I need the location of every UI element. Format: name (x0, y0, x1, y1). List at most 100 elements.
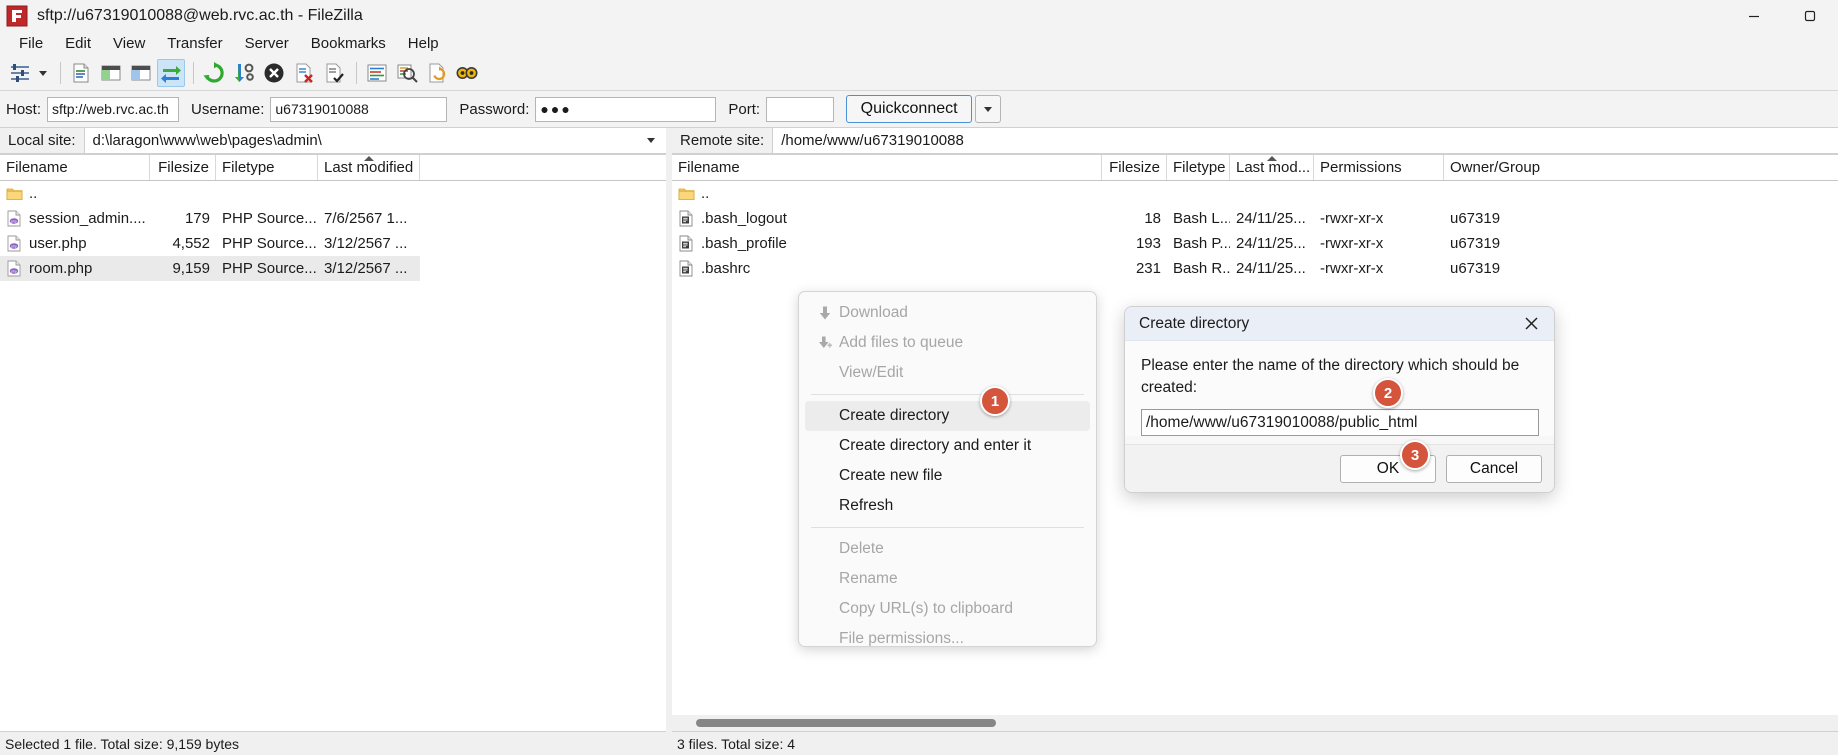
menu-bookmarks[interactable]: Bookmarks (300, 33, 397, 54)
refresh-icon[interactable] (200, 59, 228, 87)
php-file-icon: php (6, 235, 23, 252)
cancel-button[interactable]: Cancel (1446, 454, 1542, 483)
table-row[interactable]: .. (0, 181, 666, 206)
host-label: Host: (6, 100, 42, 118)
table-row[interactable]: .bashrc 231 Bash R... 24/11/25... -rwxr-… (672, 256, 1838, 281)
context-menu-item-download[interactable]: Download (799, 298, 1096, 328)
username-input[interactable] (270, 96, 448, 122)
remote-col-filesize[interactable]: Filesize (1102, 155, 1167, 180)
context-menu-item-rename[interactable]: Rename (799, 564, 1096, 594)
toggle-remote-tree-icon[interactable] (127, 59, 155, 87)
toggle-message-log-icon[interactable] (67, 59, 95, 87)
remote-site-path[interactable]: /home/www/u67319010088 (773, 128, 1838, 154)
file-type: Bash R... (1173, 260, 1230, 277)
reconnect-icon[interactable] (320, 59, 348, 87)
context-menu-item-copy-urls[interactable]: Copy URL(s) to clipboard (799, 594, 1096, 624)
port-label: Port: (728, 100, 761, 118)
file-size: 179 (184, 210, 210, 227)
file-size: 18 (1144, 210, 1161, 227)
table-row[interactable]: .. (672, 181, 1838, 206)
file-permissions-icon (811, 628, 839, 646)
local-col-last-modified[interactable]: Last modified (318, 155, 420, 180)
directory-name-input[interactable] (1141, 409, 1539, 436)
remote-col-filetype[interactable]: Filetype (1167, 155, 1230, 180)
context-menu-separator (811, 394, 1084, 395)
remote-col-filename[interactable]: Filename (672, 155, 1102, 180)
remote-col-permissions[interactable]: Permissions (1314, 155, 1444, 180)
site-manager-dropdown-icon[interactable] (36, 59, 50, 87)
local-col-filename[interactable]: Filename (0, 155, 150, 180)
context-menu-item-label: View/Edit (839, 364, 904, 381)
remote-horizontal-scrollbar[interactable] (672, 715, 1838, 731)
context-menu-item-file-permissions[interactable]: File permissions... (799, 624, 1096, 646)
site-manager-icon[interactable] (6, 59, 34, 87)
local-column-headers: Filename Filesize Filetype Last modified (0, 155, 666, 181)
menu-file[interactable]: File (8, 33, 54, 54)
file-permissions: -rwxr-xr-x (1320, 260, 1384, 277)
toggle-local-tree-icon[interactable] (97, 59, 125, 87)
context-menu-item-add-files-to-queue[interactable]: Add files to queue (799, 328, 1096, 358)
local-site-dropdown-icon[interactable] (636, 128, 666, 154)
remote-site-label: Remote site: (672, 128, 774, 154)
table-row[interactable]: php user.php 4,552 PHP Source... 3/12/25… (0, 231, 666, 256)
folder-icon (6, 185, 23, 202)
remote-col-owner-group[interactable]: Owner/Group (1444, 155, 1564, 180)
port-input[interactable] (766, 96, 835, 122)
file-name: .bashrc (701, 260, 751, 277)
menu-edit[interactable]: Edit (54, 33, 102, 54)
download-arrow-icon (811, 302, 839, 324)
file-type: Bash L... (1173, 210, 1230, 227)
context-menu-item-label: Rename (839, 570, 898, 587)
local-file-list[interactable]: .. php session_admin.... 179 PHP Source.… (0, 181, 666, 707)
compare-directories-icon[interactable] (393, 59, 421, 87)
menu-view[interactable]: View (102, 33, 156, 54)
remote-site-bar: Remote site: /home/www/u67319010088 (672, 128, 1838, 155)
menu-help[interactable]: Help (397, 33, 450, 54)
close-icon[interactable] (1518, 311, 1544, 337)
find-files-icon[interactable] (453, 59, 481, 87)
file-modified: 7/6/2567 1... (324, 210, 408, 227)
menu-transfer[interactable]: Transfer (156, 33, 233, 54)
table-row[interactable]: php session_admin.... 179 PHP Source... … (0, 206, 666, 231)
process-queue-icon[interactable] (230, 59, 258, 87)
disconnect-icon[interactable] (290, 59, 318, 87)
context-menu-item-create-directory[interactable]: Create directory (805, 401, 1090, 431)
minimize-icon[interactable] (1726, 0, 1782, 31)
local-col-filesize[interactable]: Filesize (150, 155, 216, 180)
file-name: .. (29, 185, 38, 202)
context-menu-item-refresh[interactable]: Refresh (799, 491, 1096, 521)
remote-col-last-modified[interactable]: Last mod... (1230, 155, 1314, 180)
password-input[interactable] (535, 96, 717, 122)
quickconnect-button[interactable]: Quickconnect (846, 95, 973, 123)
menu-bar: File Edit View Transfer Server Bookmarks… (0, 31, 1838, 56)
file-name: .bash_logout (701, 210, 787, 227)
quickconnect-dropdown-icon[interactable] (975, 95, 1002, 123)
context-menu-item-label: Create new file (839, 467, 943, 484)
menu-server[interactable]: Server (234, 33, 300, 54)
table-row[interactable]: .bash_logout 18 Bash L... 24/11/25... -r… (672, 206, 1838, 231)
context-menu-item-label: Create directory and enter it (839, 437, 1032, 454)
local-col-filler (420, 155, 666, 180)
filter-icon[interactable] (363, 59, 391, 87)
synchronized-browsing-icon[interactable] (423, 59, 451, 87)
context-menu-item-view-edit[interactable]: View/Edit (799, 358, 1096, 388)
dialog-prompt: Please enter the name of the directory w… (1141, 357, 1520, 396)
title-bar: sftp://u67319010088@web.rvc.ac.th - File… (0, 0, 1838, 31)
local-col-filetype[interactable]: Filetype (216, 155, 318, 180)
dialog-title-bar: Create directory (1125, 307, 1554, 341)
bash-file-icon (678, 235, 695, 252)
context-menu-item-delete[interactable]: Delete (799, 534, 1096, 564)
cancel-operation-icon[interactable] (260, 59, 288, 87)
maximize-icon[interactable] (1782, 0, 1838, 31)
context-menu-item-create-new-file[interactable]: Create new file (799, 461, 1096, 491)
local-site-path[interactable]: d:\laragon\www\web\pages\admin\ (84, 128, 636, 154)
host-input[interactable] (47, 96, 180, 122)
toggle-transfer-queue-icon[interactable] (157, 59, 185, 87)
context-menu-item-label: Create directory (839, 407, 950, 424)
table-row[interactable]: .bash_profile 193 Bash P... 24/11/25... … (672, 231, 1838, 256)
toolbar-separator (60, 62, 61, 84)
toolbar-separator-3 (356, 62, 357, 84)
svg-text:php: php (11, 244, 17, 248)
table-row[interactable]: php room.php 9,159 PHP Source... 3/12/25… (0, 256, 420, 281)
context-menu-item-create-directory-and-enter[interactable]: Create directory and enter it (799, 431, 1096, 461)
